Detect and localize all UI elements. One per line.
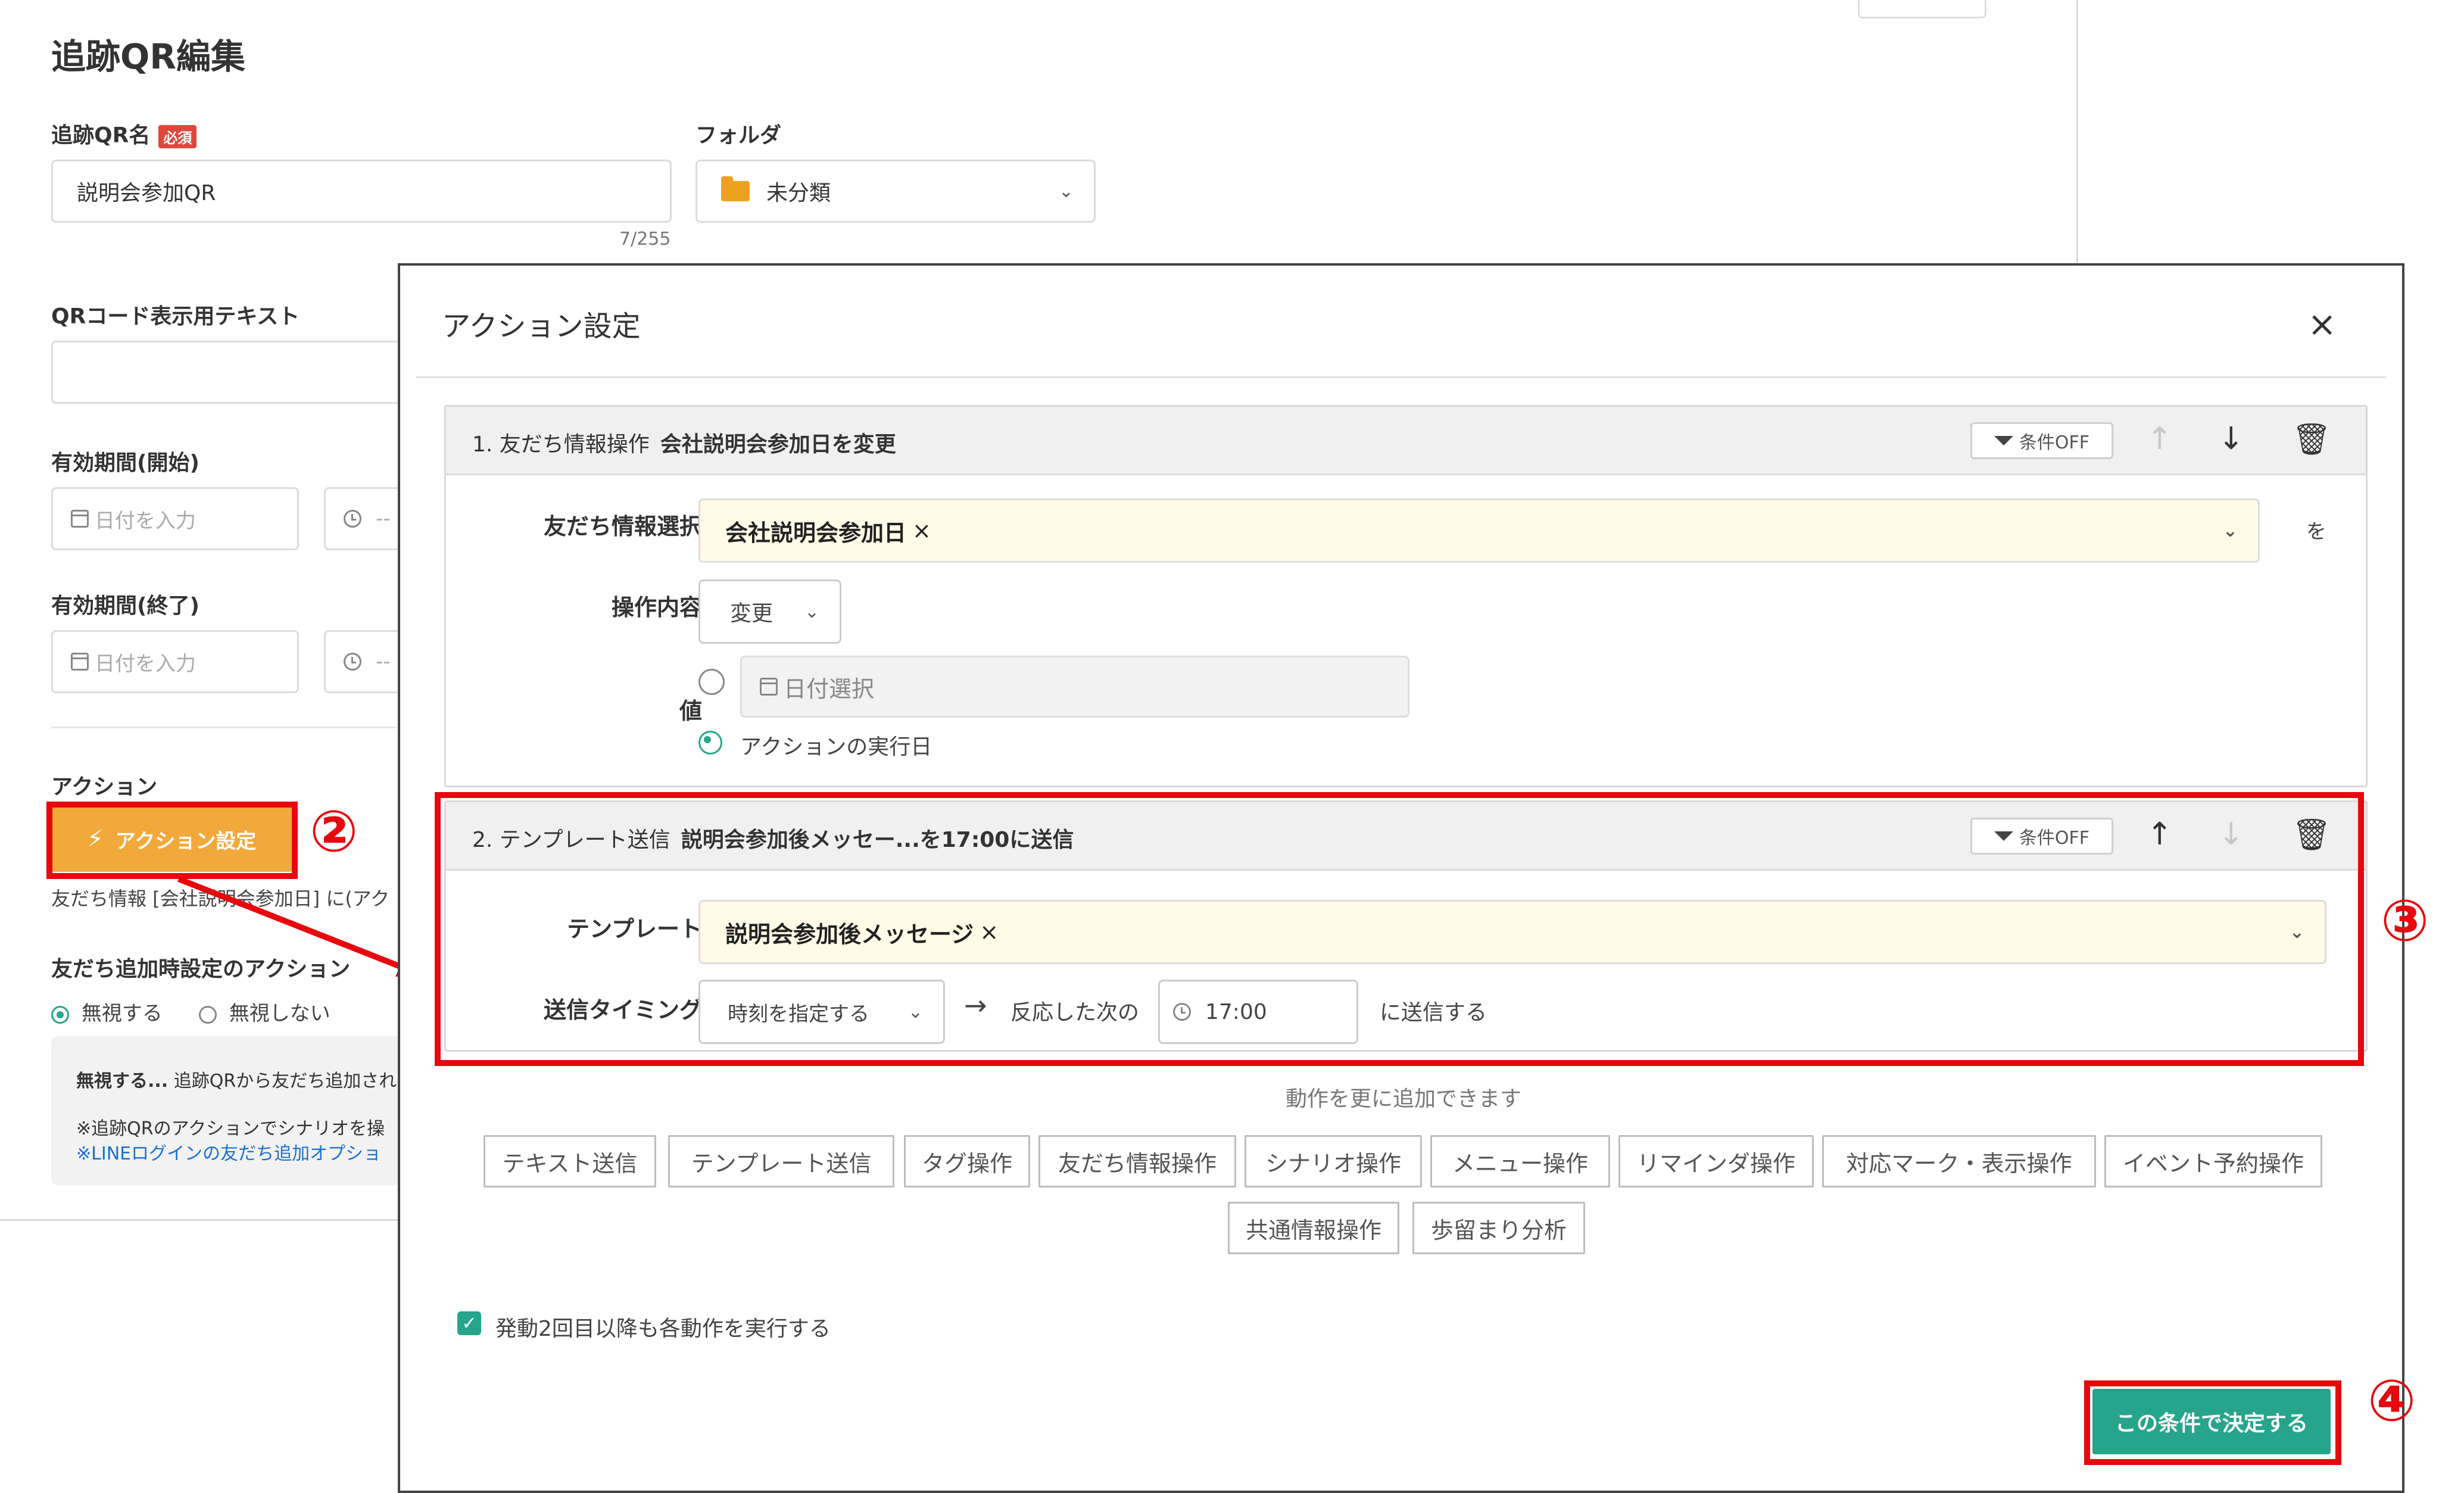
card-1-header: 1. 友だち情報操作 会社説明会参加日を変更 条件OFF ↑ ↓ 🗑 <box>446 407 2366 475</box>
value-label: 値 <box>679 698 702 724</box>
modal-title: アクション設定 <box>442 310 641 343</box>
add-yield-analysis-button[interactable]: 歩留まり分析 <box>1412 1202 1585 1254</box>
filter-icon <box>1994 436 2013 445</box>
condition-off-label: 条件OFF <box>2019 432 2090 453</box>
add-friend-info-button[interactable]: 友だち情報操作 <box>1038 1135 1236 1187</box>
friend-info-value: 会社説明会参加日 <box>725 519 907 546</box>
date-select-input[interactable]: 日付選択 <box>740 656 1409 718</box>
add-reminder-button[interactable]: リマインダ操作 <box>1618 1135 1814 1187</box>
highlight-confirm-button <box>2084 1380 2341 1465</box>
chevron-down-icon: ⌄ <box>804 601 819 622</box>
repeat-label: 発動2回目以降も各動作を実行する <box>495 1317 831 1341</box>
arrow-down-icon[interactable]: ↓ <box>2218 421 2244 457</box>
date-select-placeholder: 日付選択 <box>784 675 875 702</box>
radio-date-select[interactable] <box>698 669 725 695</box>
radio-exec-day[interactable] <box>698 731 722 755</box>
exec-day-label: アクションの実行日 <box>740 735 932 759</box>
add-mark-display-button[interactable]: 対応マーク・表示操作 <box>1822 1135 2096 1187</box>
add-template-send-button[interactable]: テンプレート送信 <box>668 1135 894 1187</box>
marker-3: ③ <box>2381 887 2429 954</box>
card-1-summary: 会社説明会参加日を変更 <box>660 432 896 457</box>
friend-info-select[interactable]: 会社説明会参加日 × ⌄ <box>698 498 2260 563</box>
add-tag-button[interactable]: タグ操作 <box>904 1135 1030 1187</box>
friend-info-select-label: 友だち情報選択 <box>543 513 702 540</box>
add-event-booking-button[interactable]: イベント予約操作 <box>2104 1135 2322 1187</box>
remove-icon[interactable]: × <box>912 518 931 544</box>
calendar-icon <box>760 678 778 696</box>
operation-label: 操作内容 <box>611 594 702 621</box>
add-common-info-button[interactable]: 共通情報操作 <box>1228 1202 1399 1254</box>
trash-icon[interactable]: 🗑 <box>2292 421 2331 457</box>
highlight-template-card <box>435 792 2364 1066</box>
add-more-title: 動作を更に追加できます <box>1285 1087 1521 1111</box>
card-1-number: 1. 友だち情報操作 <box>472 432 650 457</box>
condition-off-button[interactable]: 条件OFF <box>1970 422 2113 459</box>
chevron-down-icon: ⌄ <box>2222 520 2238 541</box>
operation-value: 変更 <box>730 601 773 626</box>
arrow-up-icon: ↑ <box>2147 421 2173 457</box>
action-card-1: 1. 友だち情報操作 会社説明会参加日を変更 条件OFF ↑ ↓ 🗑 友だち情報選… <box>444 405 2368 787</box>
marker-4: ④ <box>2368 1367 2416 1434</box>
repeat-checkbox[interactable]: ✓ <box>457 1311 481 1335</box>
add-menu-button[interactable]: メニュー操作 <box>1430 1135 1610 1187</box>
add-scenario-button[interactable]: シナリオ操作 <box>1245 1135 1422 1187</box>
operation-select[interactable]: 変更 ⌄ <box>698 579 841 644</box>
modal-divider <box>416 376 2387 378</box>
add-text-send-button[interactable]: テキスト送信 <box>484 1135 656 1187</box>
card-1-title: 1. 友だち情報操作 会社説明会参加日を変更 <box>472 427 896 458</box>
friend-info-suffix: を <box>2306 520 2326 544</box>
close-icon[interactable]: × <box>2307 304 2337 344</box>
